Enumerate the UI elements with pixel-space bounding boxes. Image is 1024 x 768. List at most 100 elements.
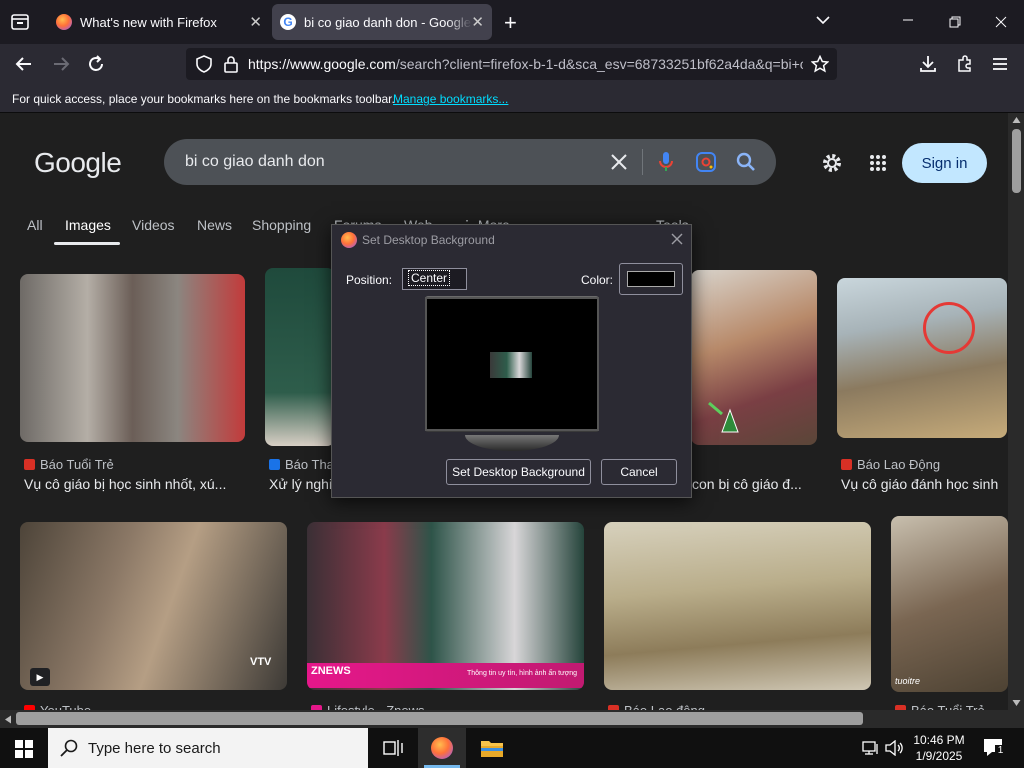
image-result[interactable]	[265, 268, 335, 446]
close-icon[interactable]	[671, 233, 683, 245]
forward-button[interactable]	[51, 54, 71, 79]
result-caption[interactable]: Vụ cô giáo bị học sinh nhốt, xú...	[24, 476, 244, 492]
google-lens-icon[interactable]	[696, 152, 716, 172]
scroll-up-icon[interactable]	[1012, 116, 1021, 124]
color-picker-button[interactable]	[619, 263, 683, 295]
search-box[interactable]: bi co giao danh don	[164, 139, 776, 185]
busy-cursor-icon	[708, 402, 739, 433]
network-icon[interactable]	[862, 740, 880, 756]
vtv-logo: VTV	[250, 656, 272, 668]
scroll-down-icon[interactable]	[1012, 699, 1021, 707]
apps-grid-icon[interactable]	[869, 154, 887, 172]
tab-whats-new[interactable]: What's new with Firefox ✕	[44, 4, 270, 40]
lock-icon[interactable]	[223, 55, 239, 73]
vertical-scrollbar[interactable]	[1008, 113, 1024, 728]
horizontal-scrollbar-thumb[interactable]	[16, 712, 863, 725]
bookmarks-toolbar: For quick access, place your bookmarks h…	[0, 84, 1024, 113]
result-source-label: Báo Tha	[285, 457, 334, 472]
close-tab-icon[interactable]: ✕	[249, 13, 262, 31]
clear-search-icon[interactable]	[610, 153, 628, 171]
result-caption[interactable]: Xử lý nghi	[269, 476, 331, 492]
firefox-icon	[341, 232, 357, 248]
download-icon	[920, 56, 936, 72]
new-tab-button[interactable]: +	[504, 10, 517, 36]
tab-shopping[interactable]: Shopping	[252, 217, 311, 233]
vertical-scrollbar-thumb[interactable]	[1012, 129, 1021, 193]
app-menu-button[interactable]	[991, 55, 1009, 78]
position-label: Position:	[346, 273, 393, 287]
video-play-badge: ▶	[30, 668, 50, 686]
divider	[642, 149, 643, 175]
shield-icon[interactable]	[195, 55, 213, 73]
image-result[interactable]	[20, 274, 245, 442]
red-circle-annotation	[923, 302, 975, 354]
navigation-toolbar: https://www.google.com/search?client=fir…	[0, 44, 1024, 84]
monitor-stand	[465, 435, 559, 451]
google-logo[interactable]: Google	[34, 147, 122, 179]
close-tab-icon[interactable]: ✕	[471, 13, 484, 31]
search-icon[interactable]	[736, 152, 756, 172]
preview-image	[490, 352, 532, 378]
restore-icon	[949, 16, 961, 28]
taskbar-search-box[interactable]: Type here to search	[48, 728, 368, 768]
minimize-button[interactable]	[900, 12, 916, 28]
windows-taskbar: Type here to search 10:46 PM 1/9/2025 1	[0, 728, 1024, 768]
bookmark-star-icon[interactable]	[811, 55, 829, 73]
horizontal-scrollbar[interactable]	[0, 710, 1008, 728]
taskbar-clock[interactable]: 10:46 PM 1/9/2025	[904, 732, 974, 764]
tab-news[interactable]: News	[197, 217, 232, 233]
minimize-icon	[903, 19, 913, 21]
sign-in-button[interactable]: Sign in	[902, 143, 987, 183]
preview-screen	[425, 297, 599, 431]
tab-all[interactable]: All	[27, 217, 43, 233]
settings-gear-icon[interactable]	[821, 152, 843, 174]
image-result[interactable]	[837, 278, 1007, 438]
restore-button[interactable]	[947, 14, 963, 30]
notification-count: 1	[995, 745, 1006, 757]
result-source[interactable]: Báo Tha	[269, 457, 334, 472]
result-caption[interactable]: Vụ cô giáo đánh học sinh	[841, 476, 1006, 492]
tab-title: What's new with Firefox	[80, 14, 217, 30]
close-window-button[interactable]	[993, 14, 1009, 30]
chevron-down-icon	[816, 16, 830, 25]
image-result[interactable]	[604, 522, 871, 690]
file-explorer-icon[interactable]	[480, 738, 504, 758]
reload-button[interactable]	[86, 54, 106, 79]
news-banner: ZNEWS Thông tin uy tín, hình ảnh ấn tượn…	[307, 663, 584, 688]
cancel-button[interactable]: Cancel	[601, 459, 677, 485]
set-desktop-background-button[interactable]: Set Desktop Background	[446, 459, 591, 485]
microphone-icon[interactable]	[658, 151, 674, 173]
task-view-icon[interactable]	[383, 739, 403, 757]
tab-google-search[interactable]: G bi co giao danh don - Google Search ✕	[272, 4, 492, 40]
tab-videos[interactable]: Videos	[132, 217, 175, 233]
firefox-icon	[56, 14, 72, 30]
firefox-view-button[interactable]	[8, 10, 32, 34]
volume-icon[interactable]	[885, 740, 905, 756]
scroll-left-icon[interactable]	[4, 715, 12, 724]
image-result[interactable]: ▶ VTV	[20, 522, 287, 690]
set-desktop-background-dialog: Set Desktop Background Position: Center …	[331, 224, 692, 498]
notification-center-button[interactable]: 1	[983, 738, 1006, 758]
result-source[interactable]: Báo Tuổi Trẻ	[24, 457, 114, 472]
image-result[interactable]: ZNEWS Thông tin uy tín, hình ảnh ấn tượn…	[307, 522, 584, 690]
manage-bookmarks-link[interactable]: Manage bookmarks...	[393, 92, 508, 106]
windows-start-icon[interactable]	[15, 740, 33, 758]
position-select[interactable]: Center	[402, 268, 467, 290]
back-button[interactable]	[14, 54, 34, 79]
url-bar[interactable]: https://www.google.com/search?client=fir…	[186, 48, 837, 80]
clock-time: 10:46 PM	[913, 733, 965, 747]
result-source[interactable]: Báo Lao Động	[841, 457, 940, 472]
firefox-icon	[431, 737, 453, 759]
search-input[interactable]: bi co giao danh don	[185, 153, 325, 171]
tab-images[interactable]: Images	[65, 217, 111, 233]
url-text[interactable]: https://www.google.com/search?client=fir…	[248, 56, 803, 72]
list-all-tabs-button[interactable]	[815, 12, 831, 33]
color-label: Color:	[581, 273, 614, 287]
image-result[interactable]: tuoitre	[891, 516, 1008, 692]
taskbar-firefox-button[interactable]	[418, 728, 466, 768]
extensions-button[interactable]	[955, 54, 975, 79]
selected-tab-indicator	[54, 242, 120, 245]
google-favicon-icon: G	[280, 14, 296, 30]
result-caption[interactable]: con bị cô giáo đ...	[692, 476, 812, 492]
downloads-button[interactable]	[918, 54, 938, 79]
